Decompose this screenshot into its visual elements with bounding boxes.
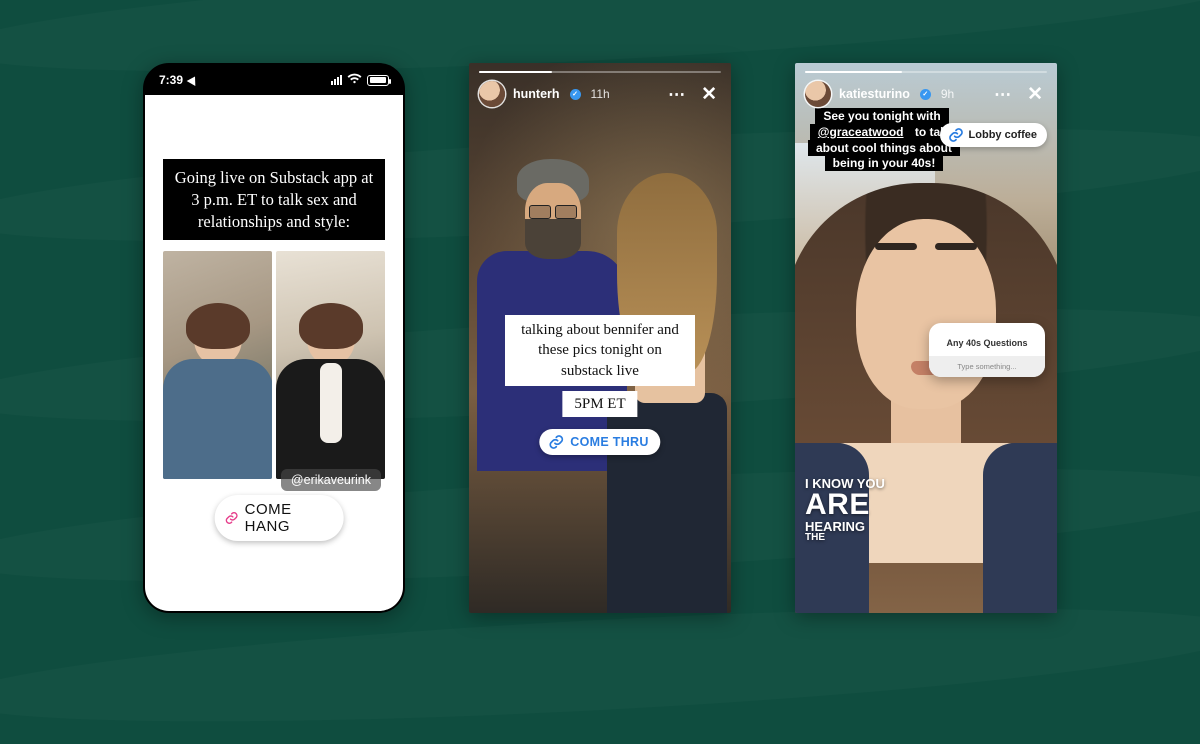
- cell-signal-icon: [331, 75, 342, 85]
- question-sticker[interactable]: Any 40s Questions Type something...: [929, 323, 1045, 377]
- phone-2: hunterh 11h ⋯ ✕ talking about bennifer a…: [469, 63, 731, 613]
- link-icon: [548, 434, 564, 450]
- link-sticker-label: COME THRU: [570, 435, 648, 449]
- verified-icon: [920, 89, 931, 100]
- link-sticker[interactable]: COME HANG: [215, 495, 344, 541]
- wifi-icon: [347, 73, 362, 87]
- phone-1: 7:39 Going live on Substack app at 3 p.m…: [143, 63, 405, 613]
- caption-overlay: talking about bennifer and these pics to…: [505, 315, 695, 386]
- story-age: 9h: [941, 87, 954, 101]
- caption-line-4: THE: [805, 533, 885, 543]
- caption-time: 5PM ET: [562, 391, 637, 417]
- banner-overlay: See you tonight with @graceatwood to tal…: [805, 109, 963, 172]
- ios-status-bar: 7:39: [145, 65, 403, 95]
- mention-tag[interactable]: @erikaveurink: [281, 469, 381, 491]
- link-icon: [225, 510, 239, 526]
- story-age: 11h: [591, 87, 610, 101]
- close-icon[interactable]: ✕: [1023, 85, 1047, 104]
- photo-right: [276, 251, 385, 479]
- story-progress: [479, 71, 721, 73]
- more-icon[interactable]: ⋯: [664, 86, 689, 103]
- question-input[interactable]: Type something...: [929, 356, 1045, 377]
- close-icon[interactable]: ✕: [697, 85, 721, 104]
- more-icon[interactable]: ⋯: [990, 86, 1015, 103]
- caption-line-2: ARE: [805, 490, 885, 520]
- avatar[interactable]: [805, 81, 831, 107]
- phone-row: 7:39 Going live on Substack app at 3 p.m…: [0, 0, 1200, 676]
- video-caption: I KNOW YOU ARE HEARING THE: [805, 477, 885, 543]
- avatar[interactable]: [479, 81, 505, 107]
- battery-icon: [367, 75, 389, 86]
- banner-mention[interactable]: @graceatwood: [814, 124, 908, 140]
- phone-3: katiesturino 9h ⋯ ✕ See you tonight with…: [795, 63, 1057, 613]
- banner-text-pre: See you tonight with: [819, 108, 944, 124]
- photo-collage: [163, 251, 385, 479]
- headline-overlay: Going live on Substack app at 3 p.m. ET …: [163, 159, 385, 240]
- verified-icon: [570, 89, 581, 100]
- link-sticker[interactable]: COME THRU: [539, 429, 660, 455]
- photo-left: [163, 251, 272, 479]
- location-icon: [187, 74, 200, 86]
- link-sticker-label: COME HANG: [245, 501, 330, 535]
- story-body-1[interactable]: Going live on Substack app at 3 p.m. ET …: [145, 95, 403, 611]
- username[interactable]: katiesturino: [839, 87, 910, 101]
- status-time: 7:39: [159, 73, 183, 87]
- link-icon: [948, 127, 964, 143]
- story-header-2: hunterh 11h ⋯ ✕: [469, 63, 731, 107]
- question-title: Any 40s Questions: [929, 332, 1045, 356]
- link-sticker[interactable]: Lobby coffee: [940, 123, 1047, 147]
- link-sticker-label: Lobby coffee: [969, 129, 1037, 141]
- story-progress: [805, 71, 1047, 73]
- story-header-3: katiesturino 9h ⋯ ✕: [795, 63, 1057, 107]
- username[interactable]: hunterh: [513, 87, 560, 101]
